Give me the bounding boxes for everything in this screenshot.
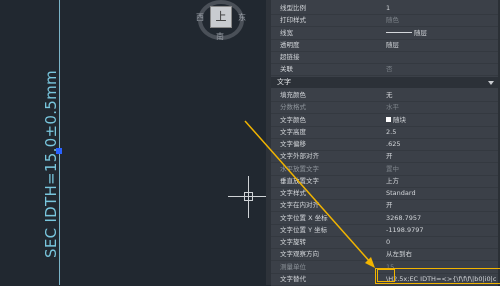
annotation-arrow-line — [244, 120, 372, 264]
annotation-arrow — [244, 120, 375, 268]
